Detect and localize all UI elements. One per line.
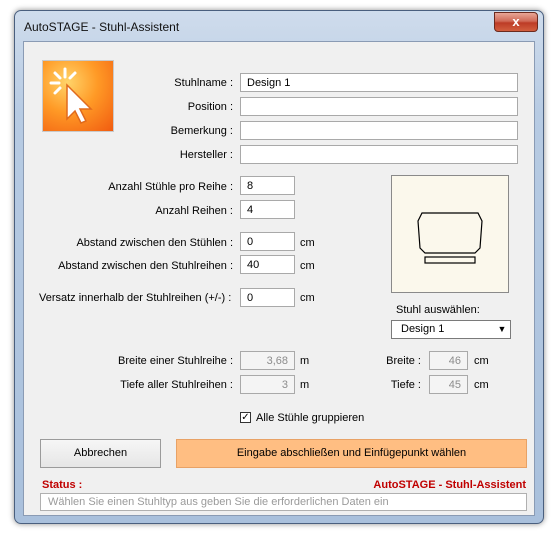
abstand-reihen-input[interactable]: 40	[240, 255, 295, 274]
anzahl-stuehle-input[interactable]: 8	[240, 176, 295, 195]
tiefe-value: 45	[429, 375, 468, 394]
status-brand: AutoSTAGE - Stuhl-Assistent	[373, 479, 526, 491]
chair-select-dropdown[interactable]: Design 1 ▼	[391, 320, 511, 339]
anzahl-reihen-label: Anzahl Reihen :	[155, 205, 233, 217]
stuhlname-label: Stuhlname :	[174, 77, 233, 89]
breite-label: Breite :	[386, 355, 421, 367]
breite-unit: cm	[474, 355, 489, 367]
stuhlname-input[interactable]: Design 1	[240, 73, 518, 92]
versatz-unit: cm	[300, 292, 315, 304]
anzahl-stuehle-label: Anzahl Stühle pro Reihe :	[108, 181, 233, 193]
chair-preview	[391, 175, 509, 293]
breite-reihe-value: 3,68	[240, 351, 295, 370]
versatz-label: Versatz innerhalb der Stuhlreihen (+/-) …	[39, 292, 232, 304]
bemerkung-label: Bemerkung :	[170, 125, 233, 137]
tiefe-reihen-value: 3	[240, 375, 295, 394]
dialog-body: Stuhlname : Design 1 Position : Bemerkun…	[23, 41, 535, 516]
hersteller-label: Hersteller :	[179, 149, 233, 161]
bemerkung-input[interactable]	[240, 121, 518, 140]
status-message: Wählen Sie einen Stuhltyp aus geben Sie …	[40, 493, 527, 511]
abstand-stuehle-label: Abstand zwischen den Stühlen :	[76, 237, 233, 249]
cursor-click-icon	[42, 60, 114, 132]
chair-select-label: Stuhl auswählen:	[396, 304, 480, 316]
cancel-button[interactable]: Abbrechen	[40, 439, 161, 468]
position-input[interactable]	[240, 97, 518, 116]
hersteller-input[interactable]	[240, 145, 518, 164]
confirm-button[interactable]: Eingabe abschließen und Einfügepunkt wäh…	[176, 439, 527, 468]
status-label: Status :	[42, 479, 83, 491]
abstand-stuehle-unit: cm	[300, 237, 315, 249]
chair-icon	[417, 212, 483, 264]
tiefe-reihen-unit: m	[300, 379, 310, 391]
title-bar[interactable]: AutoSTAGE - Stuhl-Assistent x	[15, 11, 543, 41]
chair-select-value: Design 1	[401, 323, 445, 335]
tiefe-label: Tiefe :	[390, 379, 421, 391]
dialog-window: AutoSTAGE - Stuhl-Assistent x Stuhlname …	[14, 10, 544, 524]
tiefe-unit: cm	[474, 379, 489, 391]
abstand-stuehle-input[interactable]: 0	[240, 232, 295, 251]
versatz-input[interactable]: 0	[240, 288, 295, 307]
group-checkbox[interactable]: ✓	[240, 412, 251, 423]
anzahl-reihen-input[interactable]: 4	[240, 200, 295, 219]
close-icon: x	[512, 14, 520, 29]
breite-reihe-unit: m	[300, 355, 310, 367]
group-checkbox-label[interactable]: Alle Stühle gruppieren	[256, 412, 364, 424]
chevron-down-icon[interactable]: ▼	[494, 321, 510, 338]
breite-value: 46	[429, 351, 468, 370]
abstand-reihen-unit: cm	[300, 260, 315, 272]
abstand-reihen-label: Abstand zwischen den Stuhlreihen :	[58, 260, 233, 272]
tiefe-reihen-label: Tiefe aller Stuhlreihen :	[120, 379, 233, 391]
window-title: AutoSTAGE - Stuhl-Assistent	[24, 20, 180, 34]
position-label: Position :	[187, 101, 233, 113]
breite-reihe-label: Breite einer Stuhlreihe :	[118, 355, 233, 367]
close-button[interactable]: x	[494, 12, 538, 32]
